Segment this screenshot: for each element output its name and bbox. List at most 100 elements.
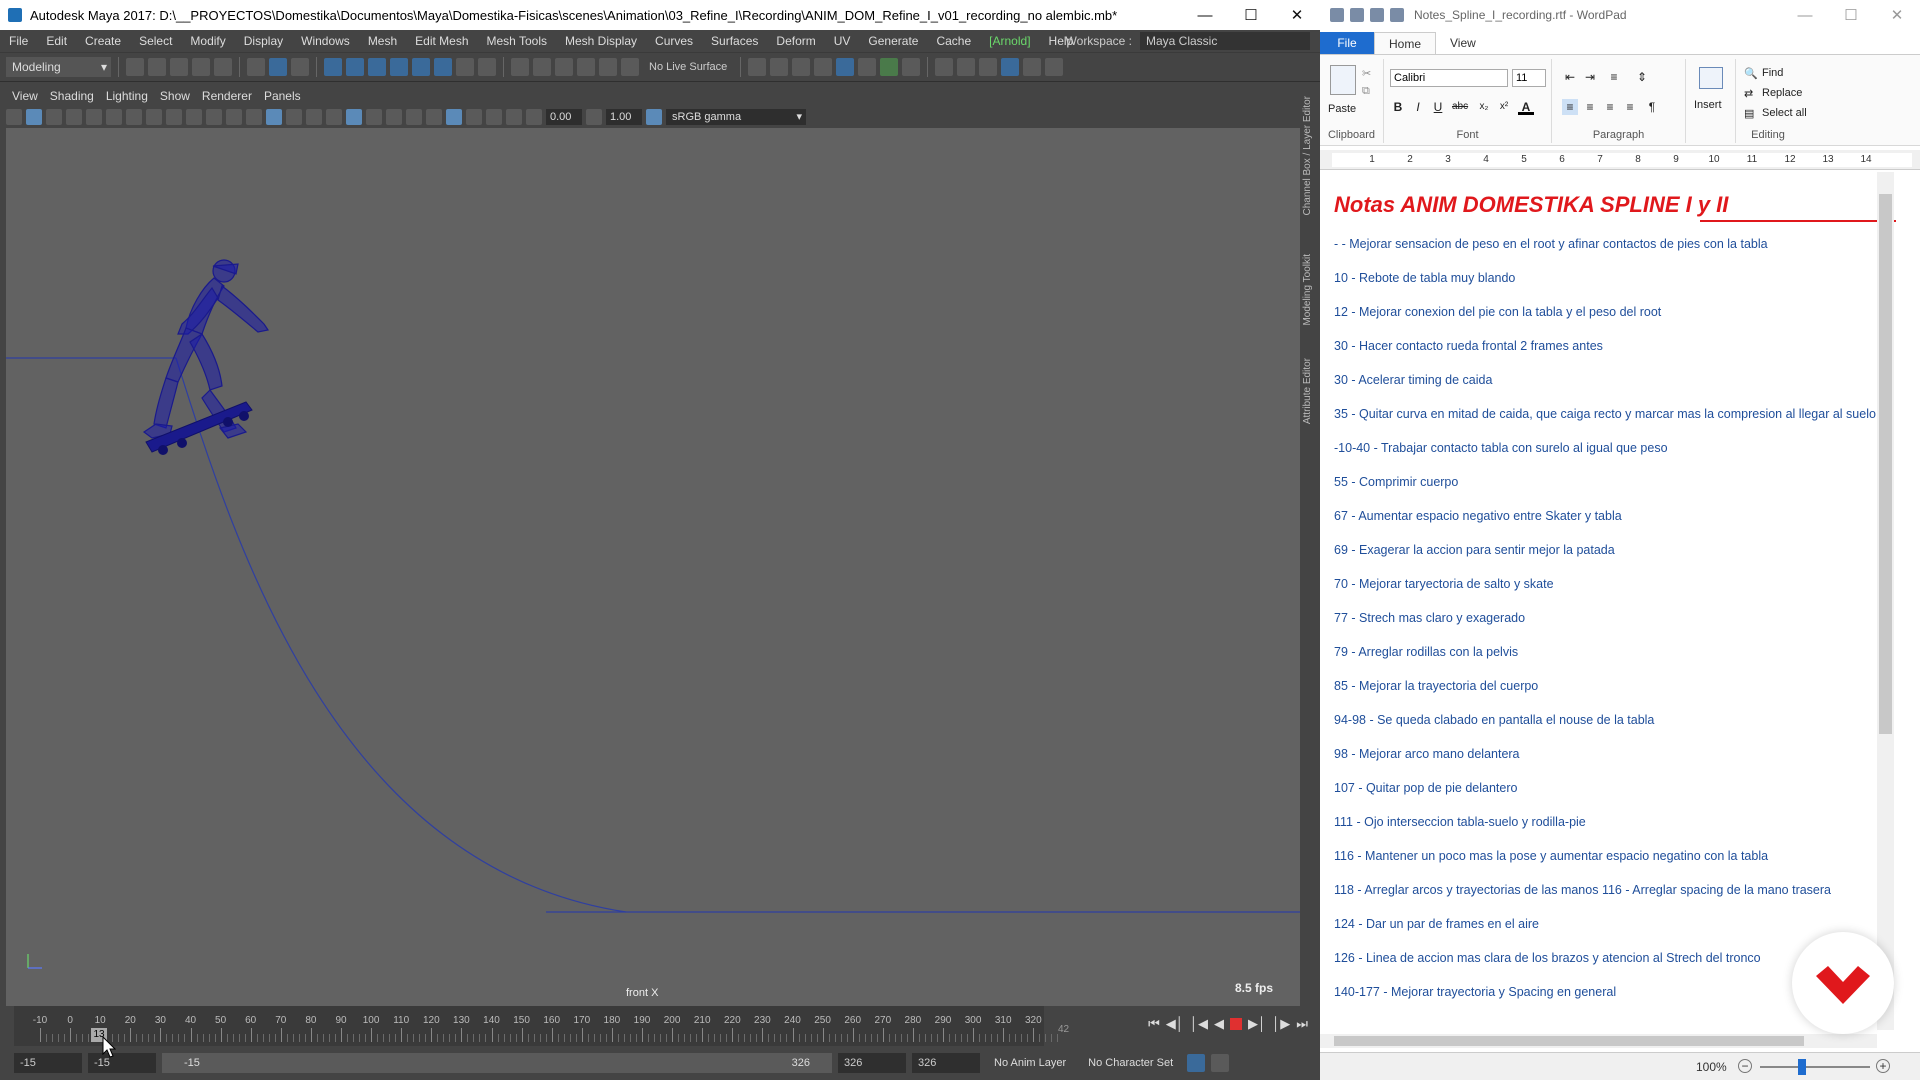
- snap-curve-icon[interactable]: [346, 58, 364, 76]
- animation-prefs-icon[interactable]: [1211, 1054, 1230, 1072]
- scene-start-field[interactable]: -15: [14, 1053, 82, 1073]
- camera-attributes-icon[interactable]: [26, 109, 42, 125]
- document-area[interactable]: Notas ANIM DOMESTIKA SPLINE I y II - - M…: [1320, 172, 1908, 1030]
- exposure-icon[interactable]: [526, 109, 542, 125]
- character-set-selector[interactable]: No Character Set: [1080, 1057, 1181, 1069]
- playback-end-field[interactable]: 326: [838, 1053, 906, 1073]
- menu-display[interactable]: Display: [235, 34, 292, 48]
- 2d-pan-zoom-icon[interactable]: [86, 109, 102, 125]
- font-color-icon[interactable]: A: [1518, 99, 1534, 115]
- tool-settings-icon[interactable]: [1023, 58, 1042, 76]
- subscript-button[interactable]: x₂: [1476, 99, 1492, 115]
- xray-components-icon[interactable]: [506, 109, 522, 125]
- modeling-toolkit-icon[interactable]: [957, 58, 976, 76]
- align-right-icon[interactable]: ≡: [1602, 99, 1618, 115]
- reflection-icon[interactable]: [621, 58, 639, 76]
- make-live-icon[interactable]: [434, 58, 452, 76]
- view-transform-dropdown[interactable]: sRGB gamma: [666, 109, 806, 125]
- step-back-key-icon[interactable]: ◀│: [1166, 1016, 1184, 1032]
- smooth-shade-icon[interactable]: [286, 109, 302, 125]
- snap-point-icon[interactable]: [368, 58, 386, 76]
- ipr-render-icon[interactable]: [792, 58, 811, 76]
- close-icon[interactable]: ✕: [1874, 0, 1920, 30]
- camera-icon[interactable]: [6, 109, 22, 125]
- line-spacing-icon[interactable]: ⇕: [1634, 69, 1650, 85]
- copy-icon[interactable]: ⧉: [1362, 85, 1370, 98]
- gamma-icon[interactable]: [586, 109, 602, 125]
- construction-history-icon[interactable]: [555, 58, 573, 76]
- output-ops-icon[interactable]: [533, 58, 551, 76]
- paste-icon[interactable]: [1330, 65, 1356, 95]
- playback-start-field[interactable]: -15: [88, 1053, 156, 1073]
- paste-button[interactable]: Paste: [1328, 103, 1356, 115]
- bookmark-icon[interactable]: [46, 109, 62, 125]
- align-left-icon[interactable]: ≡: [1562, 99, 1578, 115]
- bullets-icon[interactable]: ≡: [1606, 69, 1622, 85]
- attribute-editor-tab[interactable]: Attribute Editor: [1302, 358, 1313, 424]
- playblast-icon[interactable]: [902, 58, 921, 76]
- superscript-button[interactable]: x²: [1496, 99, 1512, 115]
- outliner-icon[interactable]: [1045, 58, 1064, 76]
- wireframe-on-shaded-icon[interactable]: [326, 109, 342, 125]
- open-scene-icon[interactable]: [148, 58, 166, 76]
- decrease-indent-icon[interactable]: ⇤: [1562, 69, 1578, 85]
- menu-mesh[interactable]: Mesh: [359, 34, 406, 48]
- menu-deform[interactable]: Deform: [767, 34, 824, 48]
- menu-uv[interactable]: UV: [825, 34, 860, 48]
- go-to-end-icon[interactable]: ⏭: [1296, 1016, 1308, 1032]
- ambient-occlusion-icon[interactable]: [406, 109, 422, 125]
- play-icon[interactable]: ▶│: [1248, 1016, 1266, 1032]
- render-view-icon[interactable]: [748, 58, 767, 76]
- motion-blur-icon[interactable]: [426, 109, 442, 125]
- menu-edit-mesh[interactable]: Edit Mesh: [406, 34, 477, 48]
- font-size-dropdown[interactable]: 11: [1512, 69, 1546, 87]
- menu-curves[interactable]: Curves: [646, 34, 702, 48]
- viewport-menu-panels[interactable]: Panels: [258, 89, 307, 103]
- history-icon[interactable]: [478, 58, 496, 76]
- render-setup-icon[interactable]: [858, 58, 877, 76]
- menu-mesh-display[interactable]: Mesh Display: [556, 34, 646, 48]
- tab-view[interactable]: View: [1436, 32, 1490, 54]
- workspace-dropdown[interactable]: Maya Classic: [1140, 32, 1310, 50]
- increase-indent-icon[interactable]: ⇥: [1582, 69, 1598, 85]
- horizontal-scrollbar[interactable]: [1320, 1034, 1877, 1048]
- zoom-slider-track[interactable]: [1760, 1066, 1870, 1068]
- viewport-menu-view[interactable]: View: [6, 89, 44, 103]
- minimize-icon[interactable]: —: [1182, 0, 1228, 30]
- render-frame-icon[interactable]: [770, 58, 789, 76]
- grease-pencil-icon[interactable]: [106, 109, 122, 125]
- xray-joints-icon[interactable]: [486, 109, 502, 125]
- select-component-icon[interactable]: [291, 58, 309, 76]
- select-object-icon[interactable]: [269, 58, 287, 76]
- insert-button[interactable]: Insert: [1694, 99, 1722, 111]
- italic-button[interactable]: I: [1410, 99, 1426, 115]
- menu-modify[interactable]: Modify: [181, 34, 234, 48]
- symmetry-icon[interactable]: [577, 58, 595, 76]
- snap-view-plane-icon[interactable]: [412, 58, 430, 76]
- undo-icon[interactable]: [192, 58, 210, 76]
- anti-aliasing-icon[interactable]: [446, 109, 462, 125]
- mode-dropdown[interactable]: Modeling: [6, 57, 111, 77]
- soft-select-icon[interactable]: [599, 58, 617, 76]
- viewport-menu-lighting[interactable]: Lighting: [100, 89, 154, 103]
- auto-key-icon[interactable]: [1187, 1054, 1206, 1072]
- vertical-scroll-thumb[interactable]: [1879, 194, 1892, 734]
- exposure-field[interactable]: 0.00: [546, 109, 582, 125]
- maximize-icon[interactable]: ☐: [1228, 0, 1274, 30]
- grid-icon[interactable]: [126, 109, 142, 125]
- vertical-scrollbar[interactable]: [1877, 172, 1894, 1030]
- snap-projected-icon[interactable]: [390, 58, 408, 76]
- hypershade-icon[interactable]: [836, 58, 855, 76]
- save-icon[interactable]: [170, 58, 188, 76]
- close-icon[interactable]: ✕: [1274, 0, 1320, 30]
- menu-cache[interactable]: Cache: [927, 34, 980, 48]
- light-editor-icon[interactable]: [880, 58, 899, 76]
- tab-home[interactable]: Home: [1374, 32, 1437, 54]
- gate-mask-icon[interactable]: [186, 109, 202, 125]
- image-plane-icon[interactable]: [66, 109, 82, 125]
- channel-box-icon[interactable]: [1001, 58, 1020, 76]
- viewport-menu-shading[interactable]: Shading: [44, 89, 100, 103]
- align-center-icon[interactable]: ≡: [1582, 99, 1598, 115]
- xray-icon[interactable]: [346, 109, 362, 125]
- go-to-start-icon[interactable]: ⏮: [1148, 1016, 1160, 1032]
